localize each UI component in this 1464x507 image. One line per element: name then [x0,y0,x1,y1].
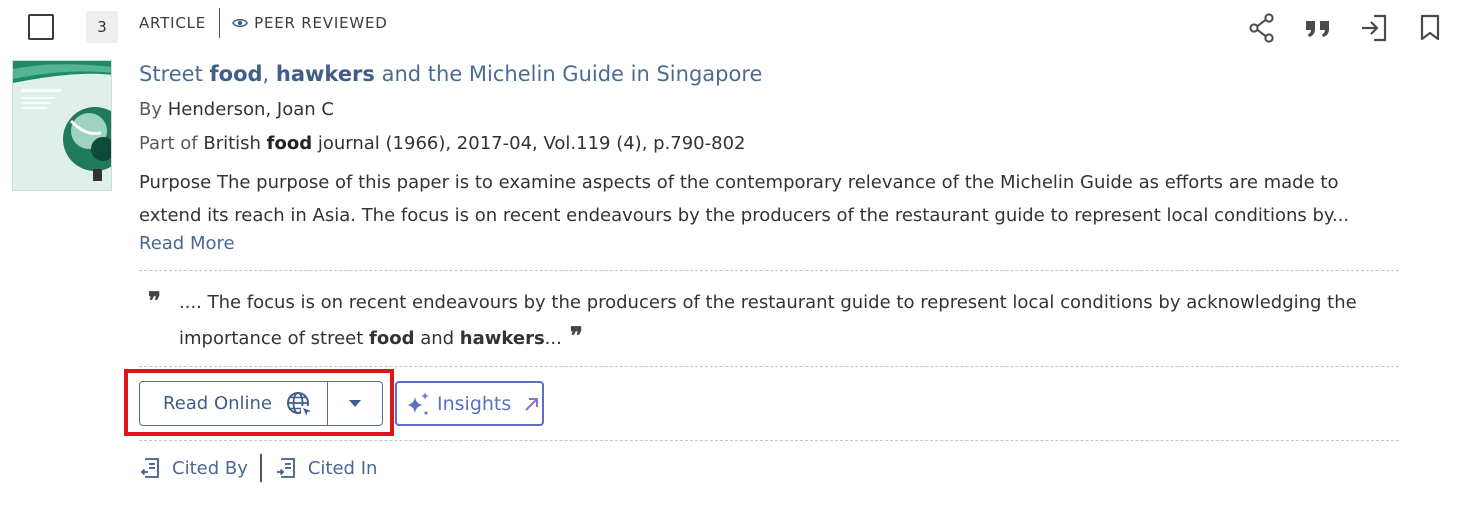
cited-by-label: Cited By [172,457,248,479]
snippet-text: importance of street [179,328,370,349]
source-text: British [203,133,267,154]
result-type-row: ARTICLE PEER REVIEWED [139,8,388,38]
cover-thumbnail[interactable] [12,60,112,191]
title-highlight: hawkers [275,62,375,86]
title-text: and the Michelin Guide in Singapore [374,62,763,86]
abstract-line: Purpose The purpose of this paper is to … [139,172,1339,193]
snippet-highlight: hawkers [459,328,545,349]
result-number-badge: 3 [86,11,118,43]
result-title-link[interactable]: Street food, hawkers and the Michelin Gu… [139,62,762,86]
cited-in-icon [276,458,295,478]
source-text: journal (1966), 2017-04, Vol.119 (4), p.… [312,133,746,154]
result-number: 3 [97,18,107,36]
source-line: Part of British food journal (1966), 201… [139,133,746,154]
eye-icon [232,18,249,28]
cited-separator [259,454,262,482]
read-more-link[interactable]: Read More [139,233,235,254]
resource-type-label: ARTICLE [139,14,207,32]
author-line: By Henderson, Joan C [139,99,334,120]
insights-label: Insights [437,392,512,415]
source-highlight: food [266,133,313,154]
share-icon [1249,13,1274,43]
bookmark-button[interactable] [1413,12,1447,44]
cited-by-icon [140,458,159,478]
divider [139,270,1399,271]
snippet-line: .... The focus is on recent endeavours b… [179,292,1357,313]
snippet-text: ... [544,328,562,349]
snippet-text: and [414,328,460,349]
export-icon [1362,14,1387,42]
highlight-box [124,369,394,436]
peer-reviewed-badge: PEER REVIEWED [232,14,388,32]
byline-prefix: By [139,99,163,120]
snippet-line: importance of street food and hawkers...… [179,319,583,355]
export-button[interactable] [1357,12,1391,44]
cited-by-link[interactable]: Cited By [139,456,248,480]
type-divider [219,8,221,38]
title-highlight: food [209,62,263,86]
citation-links: Cited By Cited In [139,454,377,482]
journal-cover-image [13,61,111,190]
share-button[interactable] [1245,12,1279,44]
bookmark-icon [1420,14,1440,41]
snippet-highlight: food [369,328,415,349]
cited-in-link[interactable]: Cited In [275,456,378,480]
divider [139,440,1399,441]
source-citation: British food journal (1966), 2017-04, Vo… [203,133,745,154]
quote-mark-icon: ❞ [569,321,583,350]
abstract-line: extend its reach in Asia. The focus is o… [139,205,1350,226]
quote-mark-icon: ❞ [148,286,161,315]
cite-button[interactable] [1301,12,1335,44]
arrow-up-right-icon [525,397,539,411]
title-text: , [262,62,276,86]
sparkle-icon [407,391,429,415]
insights-button[interactable]: Insights [395,381,544,426]
part-of-prefix: Part of [139,133,198,154]
abstract-snippet: Purpose The purpose of this paper is to … [139,166,1379,232]
select-result-checkbox[interactable] [28,14,54,40]
author-name[interactable]: Henderson, Joan C [168,99,334,120]
quote-icon [1306,21,1329,37]
title-text: Street [139,62,210,86]
cited-in-label: Cited In [307,457,378,479]
divider [139,366,1399,367]
result-actions [1245,12,1464,44]
peer-reviewed-label: PEER REVIEWED [254,14,388,32]
